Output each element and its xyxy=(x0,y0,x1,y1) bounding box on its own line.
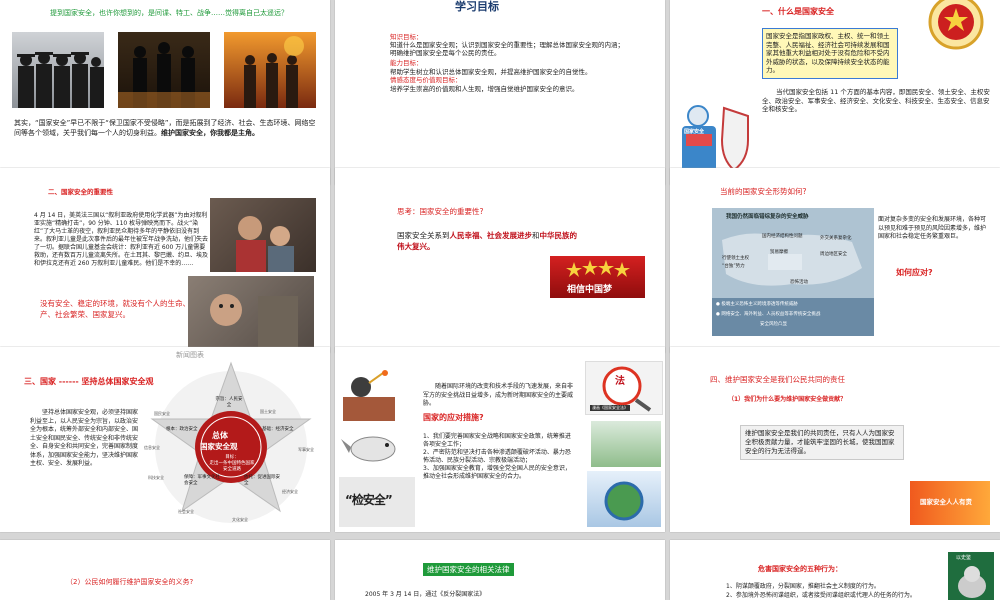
list-item: 2、严密防范和坚决打击各种渗透颠覆破坏活动、暴力恐怖活动、民族分裂活动、宗教极端… xyxy=(423,449,571,464)
banner-text: 相信中国梦 xyxy=(567,285,613,295)
slide-title: 一、什么是国家安全 xyxy=(762,7,834,16)
slide-thumbnail-2[interactable]: 学习目标 知识目标： 知道什么是国家安全观；认识到国家安全的重要性；理解总体国家… xyxy=(335,0,665,185)
slide-thumbnail-6[interactable]: 当前的国家安全形势如何? 我国仍然面临错综复杂的安全威胁 国内经济结构性问题 外… xyxy=(670,168,1000,353)
slide-thumbnail-11[interactable]: 维护国家安全的相关法律 2005 年 3 月 14 日，通过《反分裂国家法》 xyxy=(335,540,665,600)
national-security-emblem-icon xyxy=(920,0,992,55)
slide-title: 三、国家 ------ 坚持总体国家安全观 xyxy=(24,377,154,386)
list-item: 1、我们要完善国家安全战略和国家安全政策，统筹推进各项安全工作； xyxy=(423,433,571,448)
ring-label: 军事安全 xyxy=(298,447,314,452)
slide-subtitle: （1）我们为什么要为维护国家安全做贡献？ xyxy=(728,396,847,403)
slide-thumbnail-10[interactable]: （2）公民如何履行维护国家安全的义务? xyxy=(0,540,330,600)
ring-label: 科技安全 xyxy=(148,475,164,480)
slide-body: 国家安全关系到人民幸福、社会发展进步和中华民族的伟大复兴。 xyxy=(397,231,577,251)
slide-title: 维护国家安全的相关法律 xyxy=(423,563,514,576)
response-list: 1、我们要完善国家安全战略和国家安全政策，统筹推进各项安全工作； 2、严密防范和… xyxy=(423,433,573,481)
list-item: 1、阴谋颠覆政府，分裂国家，推翻社会主义制度的行为。 xyxy=(726,583,880,590)
slide-thumbnail-12[interactable]: 危害国家安全的五种行为： 1、阴谋颠覆政府，分裂国家，推翻社会主义制度的行为。 … xyxy=(670,540,1000,600)
law-caption: 漫画《国家安全法》 xyxy=(590,405,630,411)
map-label: “台独”势力 xyxy=(722,264,745,269)
slide-body: 2005 年 3 月 14 日，通过《反分裂国家法》 xyxy=(365,591,486,598)
slide-body: 4 月 14 日，美英法三国以“叙利亚政府使用化学武器”为由对叙利亚实施“精确打… xyxy=(34,212,209,267)
cartoon-globe-image xyxy=(587,471,661,527)
star-goal: 目标： 走出一条中国特色国家安全道路 xyxy=(209,455,255,472)
map-label: 国内经济结构性问题 xyxy=(762,234,803,239)
map-label: 恐怖活动 xyxy=(790,280,808,285)
slide-thumbnail-3[interactable]: 一、什么是国家安全 国家安全是指国家政权、主权、统一和领土完整、人民福祉、经济社… xyxy=(670,0,1000,185)
cartoon-bomb-image xyxy=(339,367,399,425)
slide-title: （2）公民如何履行维护国家安全的义务? xyxy=(66,578,194,586)
definition-box: 国家安全是指国家政权、主权、统一和领土完整、人民福祉、经济社会可持续发展和国家其… xyxy=(762,28,898,79)
slide-heading: 国家的应对措施? xyxy=(423,413,484,422)
slide-thumbnail-1[interactable]: 提到国家安全，也许你想到的，是间谍、特工、战争……觉得离自己太遥远？ 其实，“国… xyxy=(0,0,330,185)
star-center-line2: 国家安全观 xyxy=(200,442,238,451)
slide-thumbnail-8[interactable]: “检安全” 随着国际环境的改变和技术手段的飞速发展，来自非军方的安全挑战日益增多… xyxy=(335,347,665,532)
ring-label: 国土安全 xyxy=(260,409,276,414)
slide-title: 学习目标 xyxy=(455,0,499,13)
slide-body: 面对复杂多变的安全和发展环境，各种可以预见和难于预见的风险因素增多，维护国家和社… xyxy=(878,216,987,240)
star-point-top: 宗旨：人民安全 xyxy=(215,397,243,408)
shield-sign-label: 国家安全 xyxy=(684,129,705,135)
slide-thumbnail-4[interactable]: 二、国家安全的重要性 4 月 14 日，美英法三国以“叙利亚政府使用化学武器”为… xyxy=(0,168,330,353)
knowledge-goal-text: 知道什么是国家安全观；认识到国家安全的重要性；理解总体国家安全观的内涵； 明确维护… xyxy=(390,41,624,57)
ring-label: 文化安全 xyxy=(232,517,248,522)
map-label: 周边地区安全 xyxy=(820,252,847,257)
slide-thumbnail-5[interactable]: 思考：国家安全的重要性? 国家安全关系到人民幸福、社会发展进步和中华民族的伟大复… xyxy=(335,168,665,353)
slide-title: 危害国家安全的五种行为： xyxy=(758,565,842,573)
watermark-text: 新闻图表 xyxy=(176,351,204,359)
list-item: 2、参加境外恐怖间谍组织，或者接受间谍组织或代理人的任务的行为。 xyxy=(726,592,916,599)
map-bottom-note: 安全风险凸显 xyxy=(760,322,787,327)
war-soldiers-image xyxy=(224,32,316,108)
slide-thumbnail-9[interactable]: 四、维护国家安全是我们公民共同的责任 （1）我们为什么要为维护国家安全做贡献？ … xyxy=(670,347,1000,532)
emotion-goal-text: 培养学生崇高的价值观和人生观，增强自觉维护国家安全的意识。 xyxy=(390,85,579,93)
star-point-bottom-right: 依托：促进国际安全 xyxy=(244,475,280,486)
map-label: 贸易摩擦 xyxy=(770,250,788,255)
list-item: 3、加强国家安全教育，增强全党全国人民的安全意识，推动全社会形成维护国家安全的合… xyxy=(423,465,571,480)
slide-body: 当代国家安全包括 11 个方面的基本内容，即国民安全、领土安全、主权安全、政治安… xyxy=(762,88,990,113)
star-point-left: 根本：政治安全 xyxy=(166,427,198,432)
syria-children-photo xyxy=(210,198,316,272)
security-banner-text: 国家安全人人有责 xyxy=(920,498,972,506)
ring-label: 信息安全 xyxy=(144,445,160,450)
slide-title: 当前的国家安全形势如何? xyxy=(720,187,807,196)
slide-heading: 提到国家安全，也许你想到的，是间谍、特工、战争……觉得离自己太遥远？ xyxy=(50,9,288,17)
star-center-line1: 总体 xyxy=(212,431,228,440)
slide-question: 思考：国家安全的重要性? xyxy=(397,207,484,216)
slide-conclusion: 没有安全、稳定的环境，就没有个人的生命、财产、社会繁荣、国家复兴。 xyxy=(40,299,198,319)
ring-label: 经济安全 xyxy=(282,489,298,494)
map-bottom-note: ● 极端主义恐怖主义跨境渗透等传统威胁 xyxy=(716,302,798,307)
slide-title: 二、国家安全的重要性 xyxy=(48,188,113,196)
agents-with-guns-image xyxy=(118,32,210,108)
injured-child-photo xyxy=(188,276,314,348)
map-title: 我国仍然面临错综复杂的安全威胁 xyxy=(726,214,809,220)
map-bottom-note: ● 网络安全、海外利益、人员权益等非传统安全挑战 xyxy=(716,312,821,317)
map-label: 外交关系复杂化 xyxy=(820,236,852,241)
cartoon-landscape-image xyxy=(591,421,661,467)
ring-label: 国民安全 xyxy=(154,411,170,416)
slide-title: 四、维护国家安全是我们公民共同的责任 xyxy=(710,375,845,384)
slide-question: 如何应对? xyxy=(896,268,933,277)
responsibility-box: 维护国家安全是我们的共同责任，只有人人为国家安全积极贡献力量，才能筑牢坚固的长城… xyxy=(740,425,904,460)
cartoon-dove-image xyxy=(339,427,407,467)
slide-body: 坚持总体国家安全观，必须坚持国家利益至上，以人民安全为宗旨，以政治安全为根本，统… xyxy=(30,409,139,467)
slide-body: 其实，“国家安全”早已不限于“保卫国家不受侵略”，而是拓展到了经济、社会、生态环… xyxy=(14,119,316,137)
cartoon-caption: “检安全” xyxy=(345,493,393,507)
law-stamp-text: 法 xyxy=(615,376,625,387)
history-tag-text: 以史鉴 xyxy=(956,555,972,561)
spies-silhouette-image xyxy=(12,32,104,108)
star-point-right: 基础：经济安全 xyxy=(262,427,294,432)
star-point-bottom-left: 保障：军事文化社会安全 xyxy=(184,475,220,486)
slide-intro: 随着国际环境的改变和技术手段的飞速发展，来自非军方的安全挑战日益增多，成为新时期… xyxy=(423,383,574,407)
ring-label: 社会安全 xyxy=(178,509,194,514)
slide-thumbnail-7[interactable]: 三、国家 ------ 坚持总体国家安全观 坚持总体国家安全观，必须坚持国家利益… xyxy=(0,347,330,532)
